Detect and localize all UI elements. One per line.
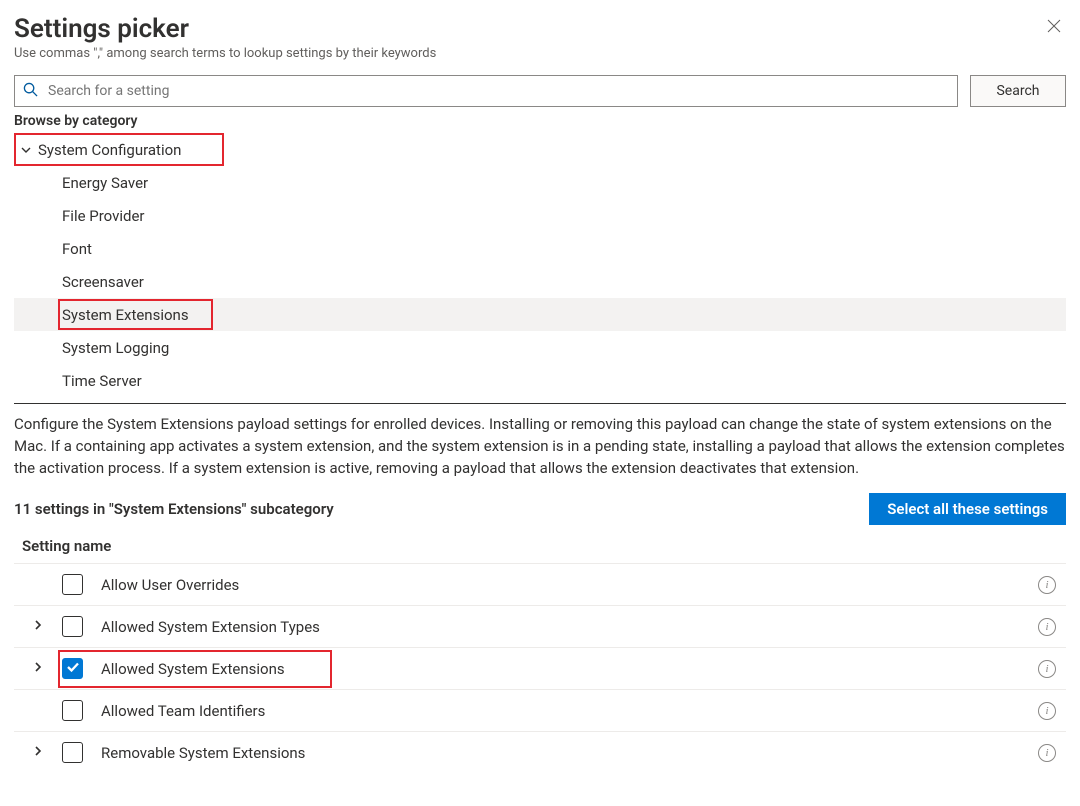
info-icon[interactable]: i	[1038, 660, 1056, 678]
search-input[interactable]	[46, 82, 949, 100]
category-item-label: Energy Saver	[62, 174, 148, 192]
chevron-right-icon	[32, 745, 44, 761]
setting-checkbox[interactable]	[62, 658, 83, 679]
category-item[interactable]: File Provider	[14, 199, 1066, 232]
category-item-label: System Logging	[62, 339, 169, 357]
search-button[interactable]: Search	[970, 75, 1066, 107]
settings-count: 11 settings in "System Extensions" subca…	[14, 500, 334, 518]
page-subtitle: Use commas "," among search terms to loo…	[14, 46, 436, 61]
info-icon[interactable]: i	[1038, 744, 1056, 762]
setting-row: Allowed System Extensionsi	[14, 647, 1066, 689]
category-item[interactable]: Energy Saver	[14, 166, 1066, 199]
chevron-right-icon	[32, 619, 44, 635]
setting-row: Allowed System Extension Typesi	[14, 605, 1066, 647]
category-item[interactable]: Time Server	[14, 364, 1066, 397]
setting-row: Removable System Extensionsi	[14, 731, 1066, 773]
browse-by-category-label: Browse by category	[14, 113, 1066, 129]
separator	[14, 403, 1066, 404]
expand-toggle[interactable]	[26, 619, 50, 635]
search-icon	[23, 82, 38, 101]
category-item-label: File Provider	[62, 207, 145, 225]
select-all-button[interactable]: Select all these settings	[869, 493, 1066, 525]
setting-checkbox[interactable]	[62, 742, 83, 763]
setting-label: Allowed System Extension Types	[101, 618, 1038, 636]
info-icon[interactable]: i	[1038, 702, 1056, 720]
chevron-down-icon	[18, 144, 34, 156]
category-item[interactable]: System Logging	[14, 331, 1066, 364]
chevron-right-icon	[32, 661, 44, 677]
info-icon[interactable]: i	[1038, 576, 1056, 594]
setting-row: Allow User Overridesi	[14, 563, 1066, 605]
setting-label: Removable System Extensions	[101, 744, 1038, 762]
check-icon	[66, 660, 80, 678]
category-item-label: Time Server	[62, 372, 142, 390]
search-box[interactable]	[14, 75, 958, 107]
info-icon[interactable]: i	[1038, 618, 1056, 636]
category-description: Configure the System Extensions payload …	[14, 414, 1066, 479]
column-header-setting-name: Setting name	[14, 533, 1066, 563]
setting-checkbox[interactable]	[62, 700, 83, 721]
expand-toggle[interactable]	[26, 661, 50, 677]
category-item[interactable]: Font	[14, 232, 1066, 265]
category-system-configuration[interactable]: System Configuration	[14, 133, 1066, 166]
setting-label: Allowed Team Identifiers	[101, 702, 1038, 720]
setting-checkbox[interactable]	[62, 574, 83, 595]
setting-checkbox[interactable]	[62, 616, 83, 637]
category-item-label: Screensaver	[62, 273, 144, 291]
category-item-label: Font	[62, 240, 92, 258]
category-item[interactable]: System Extensions	[14, 298, 1066, 331]
page-title: Settings picker	[14, 14, 436, 44]
highlight-box	[58, 299, 213, 330]
category-item[interactable]: Screensaver	[14, 265, 1066, 298]
setting-row: Allowed Team Identifiersi	[14, 689, 1066, 731]
setting-label: Allow User Overrides	[101, 576, 1038, 594]
close-icon[interactable]	[1042, 14, 1066, 43]
setting-label: Allowed System Extensions	[101, 660, 1038, 678]
expand-toggle[interactable]	[26, 745, 50, 761]
category-label: System Configuration	[38, 141, 181, 159]
